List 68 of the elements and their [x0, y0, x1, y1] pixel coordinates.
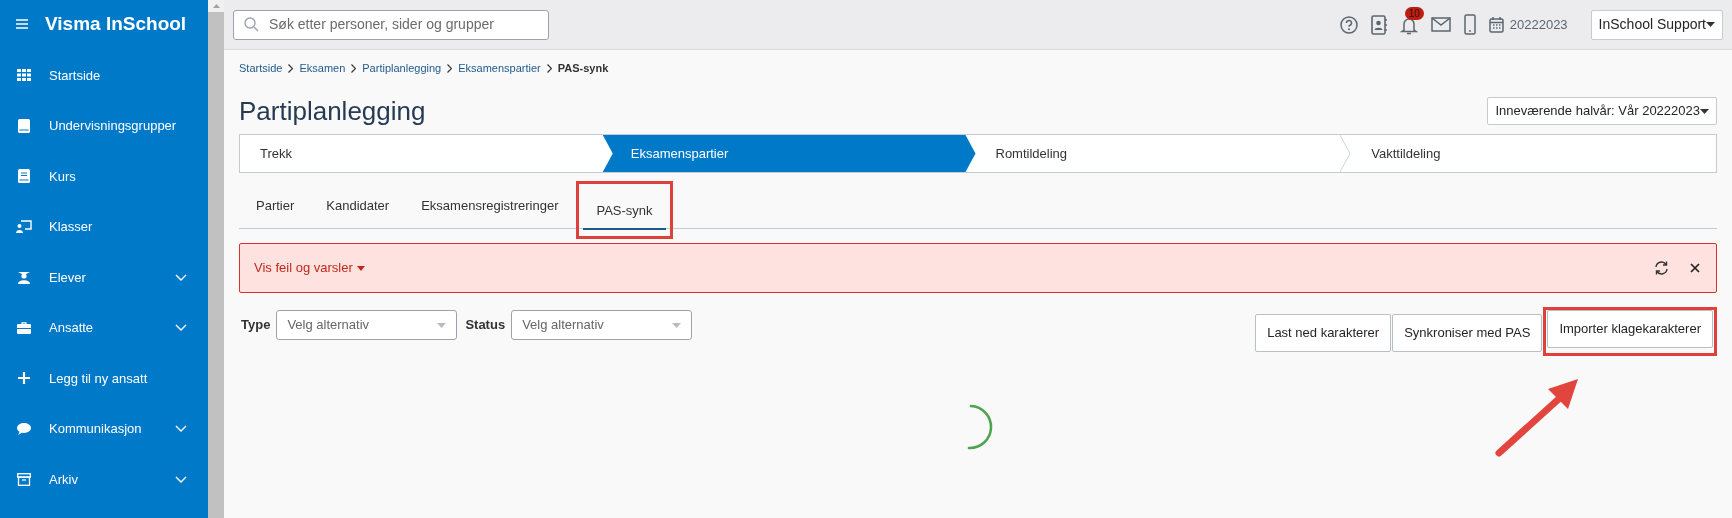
select-field[interactable]: Velg alternativ: [276, 310, 458, 340]
phone-icon[interactable]: [1463, 14, 1476, 35]
chevron-right-icon: [351, 63, 357, 73]
breadcrumb-link[interactable]: Partiplanlegging: [362, 59, 442, 77]
plus-icon: [18, 372, 30, 385]
sidebar-item[interactable]: Ansatte: [0, 302, 208, 353]
contacts-icon[interactable]: [1370, 14, 1387, 35]
student-icon: [17, 270, 31, 285]
teacher-board-icon: [16, 220, 32, 234]
term-dropdown[interactable]: Inneværende halvår: Vår 20222023: [1487, 97, 1717, 125]
archive-box-icon: [17, 472, 31, 486]
tab[interactable]: Kandidater: [319, 189, 397, 225]
mail-icon[interactable]: [1430, 17, 1451, 32]
chevron-down-icon: [175, 324, 187, 332]
school-year[interactable]: 20222023: [1509, 14, 1568, 35]
caret-icon: [437, 322, 447, 328]
book-icon: [18, 169, 30, 184]
chevron-down-icon: [175, 273, 187, 281]
breadcrumb-link[interactable]: Eksamen: [299, 59, 346, 77]
breadcrumb-current: PAS-synk: [557, 60, 609, 76]
caret-icon: [1706, 22, 1715, 27]
step[interactable]: Trekk: [240, 135, 605, 172]
tab[interactable]: Partier: [249, 189, 302, 225]
chevron-down-icon: [175, 425, 187, 433]
close-icon[interactable]: [1690, 263, 1700, 273]
sidebar-item[interactable]: Legg til ny ansatt: [0, 353, 208, 404]
book-icon: [18, 118, 30, 133]
caret-icon: [1700, 108, 1709, 114]
sidebar-item[interactable]: Elever: [0, 252, 208, 303]
breadcrumb-link[interactable]: Eksamenspartier: [458, 59, 541, 77]
sidebar-item[interactable]: Kurs: [0, 151, 208, 202]
step[interactable]: Vakttildeling: [1351, 135, 1716, 172]
refresh-icon[interactable]: [1654, 261, 1669, 275]
caret-icon: [356, 265, 365, 271]
scrollbar[interactable]: [208, 0, 224, 518]
chevron-right-icon: [447, 63, 453, 73]
sidebar-item[interactable]: Klasser: [0, 201, 208, 252]
search-icon: [244, 17, 259, 32]
help-icon[interactable]: [1339, 15, 1358, 34]
caret-icon: [672, 322, 682, 328]
menu-icon[interactable]: [16, 19, 28, 29]
filter-label: Type: [241, 316, 271, 335]
page-title: Partiplanlegging: [239, 94, 426, 128]
breadcrumb-link[interactable]: Startside: [239, 59, 283, 77]
briefcase-icon: [17, 321, 31, 334]
alert-toggle[interactable]: Vis feil og varsler: [254, 258, 365, 278]
sidebar-item[interactable]: Startside: [0, 50, 208, 101]
grid-icon: [17, 69, 31, 82]
tab[interactable]: Eksamensregistreringer: [414, 189, 566, 225]
sidebar-item[interactable]: Kommunikasjon: [0, 403, 208, 454]
action-button[interactable]: Synkroniser med PAS: [1392, 313, 1543, 352]
step[interactable]: Eksamenspartier: [602, 135, 976, 172]
sidebar-item[interactable]: Arkiv: [0, 454, 208, 505]
notification-badge: 10: [1404, 6, 1424, 20]
speech-bubble-icon: [17, 422, 31, 435]
search-field[interactable]: Søk etter personer, sider og grupper: [233, 9, 549, 40]
step[interactable]: Romtildeling: [975, 135, 1341, 172]
chevron-right-icon: [288, 63, 294, 73]
action-button[interactable]: Importer klagekarakterer: [1547, 310, 1713, 348]
user-menu[interactable]: InSchool Support: [1590, 9, 1723, 40]
filter-label: Status: [465, 316, 506, 335]
app-title: Visma InSchool: [45, 11, 187, 36]
calendar-icon[interactable]: [1488, 16, 1504, 33]
sidebar-item[interactable]: Undervisningsgrupper: [0, 100, 208, 151]
action-button[interactable]: Last ned karakterer: [1255, 313, 1392, 352]
select-field[interactable]: Velg alternativ: [511, 310, 693, 340]
chevron-down-icon: [175, 475, 187, 483]
chevron-right-icon: [546, 63, 552, 73]
